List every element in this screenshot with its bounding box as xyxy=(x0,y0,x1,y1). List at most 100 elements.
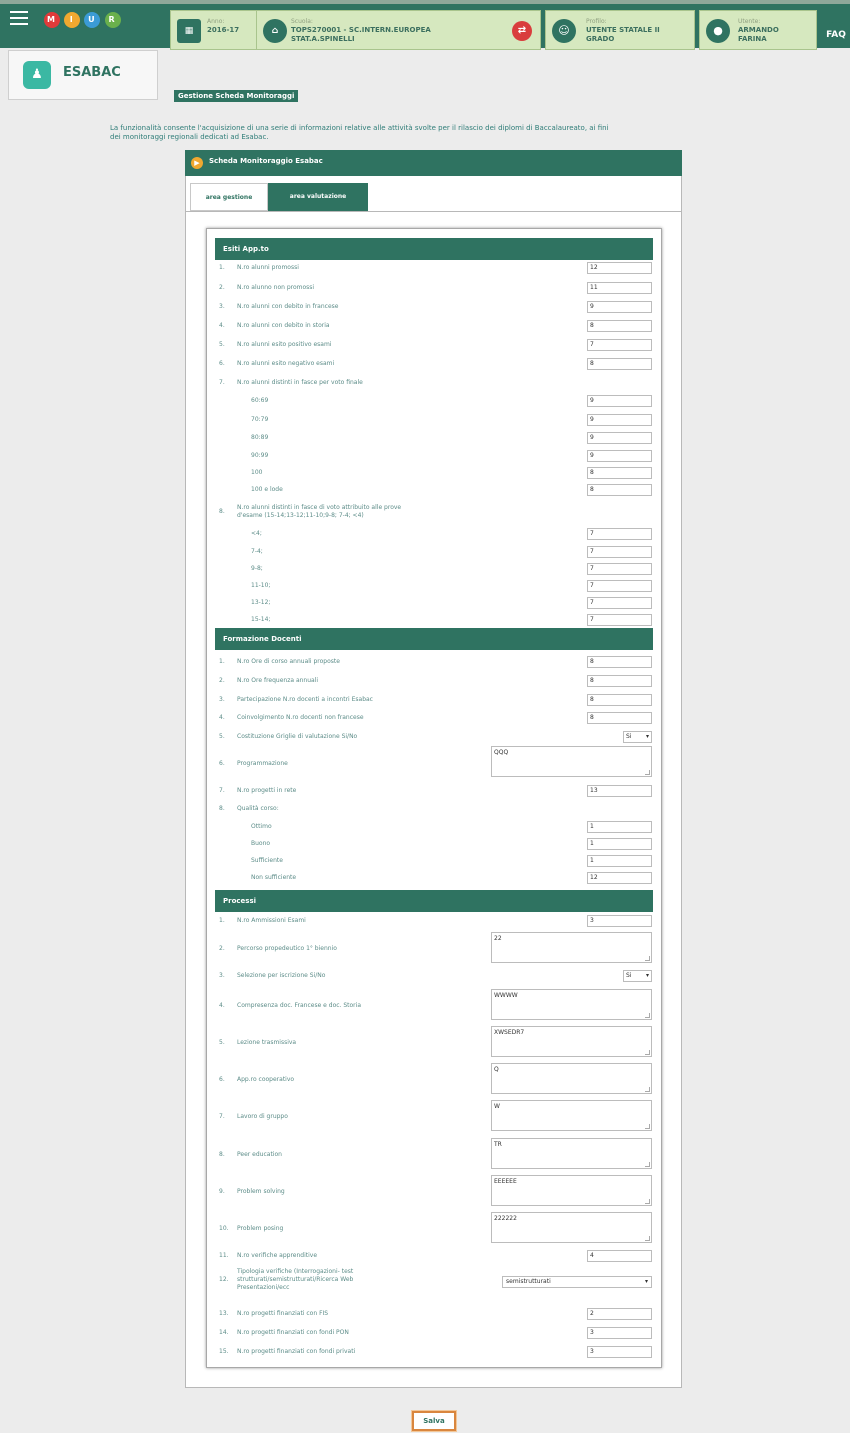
text-area[interactable]: EEEEEE xyxy=(491,1175,652,1206)
scuola-box: ⌂ Scuola: TOPS270001 - SC.INTERN.EUROPEA… xyxy=(256,10,541,50)
change-school-icon[interactable]: ⇄ xyxy=(512,21,532,41)
number-input[interactable]: 8 xyxy=(587,712,652,724)
question-label: Costituzione Griglie di valutazione Si/N… xyxy=(237,733,358,740)
question-label: N.ro alunni esito negativo esami xyxy=(237,360,335,367)
top-bar: M I U R ▦ Anno: 2016-17 ⌂ Scuola: TOPS27… xyxy=(0,0,850,50)
app-name: ESABAC xyxy=(63,65,121,80)
number-input[interactable]: 8 xyxy=(587,358,652,370)
number-input[interactable]: 1 xyxy=(587,855,652,867)
number-input[interactable]: 1 xyxy=(587,821,652,833)
save-button[interactable]: Salva xyxy=(412,1411,456,1431)
number-input[interactable]: 7 xyxy=(587,528,652,540)
question-label: N.ro alunni distinti in fasce per voto f… xyxy=(237,379,363,386)
question-number: 11. xyxy=(219,1252,229,1259)
number-input[interactable]: 9 xyxy=(587,432,652,444)
text-area[interactable]: 222222 xyxy=(491,1212,652,1243)
text-area[interactable]: WWWW xyxy=(491,989,652,1020)
number-input[interactable]: 8 xyxy=(587,694,652,706)
question-number: 2. xyxy=(219,284,225,291)
school-icon: ⌂ xyxy=(263,19,287,43)
number-input[interactable]: 7 xyxy=(587,597,652,609)
question-number: 6. xyxy=(219,1076,225,1083)
number-input[interactable]: 8 xyxy=(587,320,652,332)
anno-value: 2016-17 xyxy=(207,26,240,34)
dropdown-caret-icon: ▾ xyxy=(644,1278,648,1285)
page-title: Gestione Scheda Monitoraggi xyxy=(174,90,299,102)
text-area[interactable]: Q xyxy=(491,1063,652,1094)
question-label: N.ro alunni distinti in fasce di voto at… xyxy=(237,504,402,511)
anno-box: ▦ Anno: 2016-17 xyxy=(170,10,262,50)
number-input[interactable]: 11 xyxy=(587,282,652,294)
text-area[interactable]: TR xyxy=(491,1138,652,1169)
faq-button[interactable]: FAQ xyxy=(823,22,849,48)
question-number: 12. xyxy=(219,1276,229,1283)
number-input[interactable]: 8 xyxy=(587,656,652,668)
number-input[interactable]: 9 xyxy=(587,450,652,462)
question-number: 1. xyxy=(219,917,225,924)
number-input[interactable]: 9 xyxy=(587,414,652,426)
number-input[interactable]: 8 xyxy=(587,675,652,687)
number-input[interactable]: 8 xyxy=(587,467,652,479)
number-input[interactable]: 3 xyxy=(587,915,652,927)
user-icon: ● xyxy=(706,19,730,43)
miur-logo: M I U R xyxy=(44,11,121,28)
question-label: Coinvolgimento N.ro docenti non francese xyxy=(237,714,364,721)
question-label: N.ro alunni con debito in francese xyxy=(237,303,339,310)
text-area[interactable]: 22 xyxy=(491,932,652,963)
tab-area-gestione[interactable]: area gestione xyxy=(190,183,268,211)
number-input[interactable]: 7 xyxy=(587,580,652,592)
profile-icon: ☺ xyxy=(552,19,576,43)
number-input[interactable]: 12 xyxy=(587,872,652,884)
logo-letter: I xyxy=(64,12,81,28)
select-value: Si xyxy=(626,733,632,740)
number-input[interactable]: 3 xyxy=(587,1327,652,1339)
question-number: 10. xyxy=(219,1225,229,1232)
question-number: 4. xyxy=(219,1002,225,1009)
question-label: N.ro alunni esito positivo esami xyxy=(237,341,332,348)
question-label: App.ro cooperativo xyxy=(237,1076,295,1083)
fascia-label: 70:79 xyxy=(251,416,269,423)
number-input[interactable]: 4 xyxy=(587,1250,652,1262)
fascia-label: 100 xyxy=(251,469,263,476)
intro-text: La funzionalità consente l'acquisizione … xyxy=(110,124,760,142)
anno-label: Anno: xyxy=(207,18,225,25)
app-tile[interactable]: ♟ ESABAC xyxy=(8,50,158,100)
profilo-value-line2: GRADO xyxy=(586,35,615,43)
qualita-label: Non sufficiente xyxy=(251,874,297,881)
menu-icon[interactable] xyxy=(10,11,28,25)
number-input[interactable]: 3 xyxy=(587,1346,652,1358)
number-input[interactable]: 2 xyxy=(587,1308,652,1320)
text-area[interactable]: XWSEDR7 xyxy=(491,1026,652,1057)
text-area[interactable]: W xyxy=(491,1100,652,1131)
utente-box[interactable]: ● Utente: ARMANDO FARINA xyxy=(699,10,817,50)
section-formazione: Formazione Docenti xyxy=(215,628,653,650)
number-input[interactable]: 9 xyxy=(587,301,652,313)
number-input[interactable]: 9 xyxy=(587,395,652,407)
question-number: 8. xyxy=(219,805,225,812)
calendar-icon: ▦ xyxy=(177,19,201,43)
question-label: Problem posing xyxy=(237,1225,284,1232)
number-input[interactable]: 7 xyxy=(587,546,652,558)
si-no-select[interactable]: Si ▾ xyxy=(623,731,652,743)
number-input[interactable]: 8 xyxy=(587,484,652,496)
tab-divider xyxy=(185,211,682,212)
number-input[interactable]: 12 xyxy=(587,262,652,274)
number-input[interactable]: 7 xyxy=(587,563,652,575)
fascia-label: <4; xyxy=(251,530,262,537)
question-label: N.ro progetti finanziati con FIS xyxy=(237,1310,329,1317)
si-no-select[interactable]: Si ▾ xyxy=(623,970,652,982)
fascia-label: 100 e lode xyxy=(251,486,283,493)
number-input[interactable]: 13 xyxy=(587,785,652,797)
question-number: 3. xyxy=(219,303,225,310)
tab-area-valutazione[interactable]: area valutazione xyxy=(268,183,368,211)
question-number: 4. xyxy=(219,714,225,721)
text-area[interactable]: QQQ xyxy=(491,746,652,777)
question-number: 1. xyxy=(219,264,225,271)
number-input[interactable]: 7 xyxy=(587,339,652,351)
number-input[interactable]: 1 xyxy=(587,838,652,850)
question-number: 4. xyxy=(219,322,225,329)
question-label: Compresenza doc. Francese e doc. Storia xyxy=(237,1002,361,1009)
tipologia-select[interactable]: semistrutturati ▾ xyxy=(502,1276,652,1288)
number-input[interactable]: 7 xyxy=(587,614,652,626)
select-value: semistrutturati xyxy=(506,1278,551,1285)
